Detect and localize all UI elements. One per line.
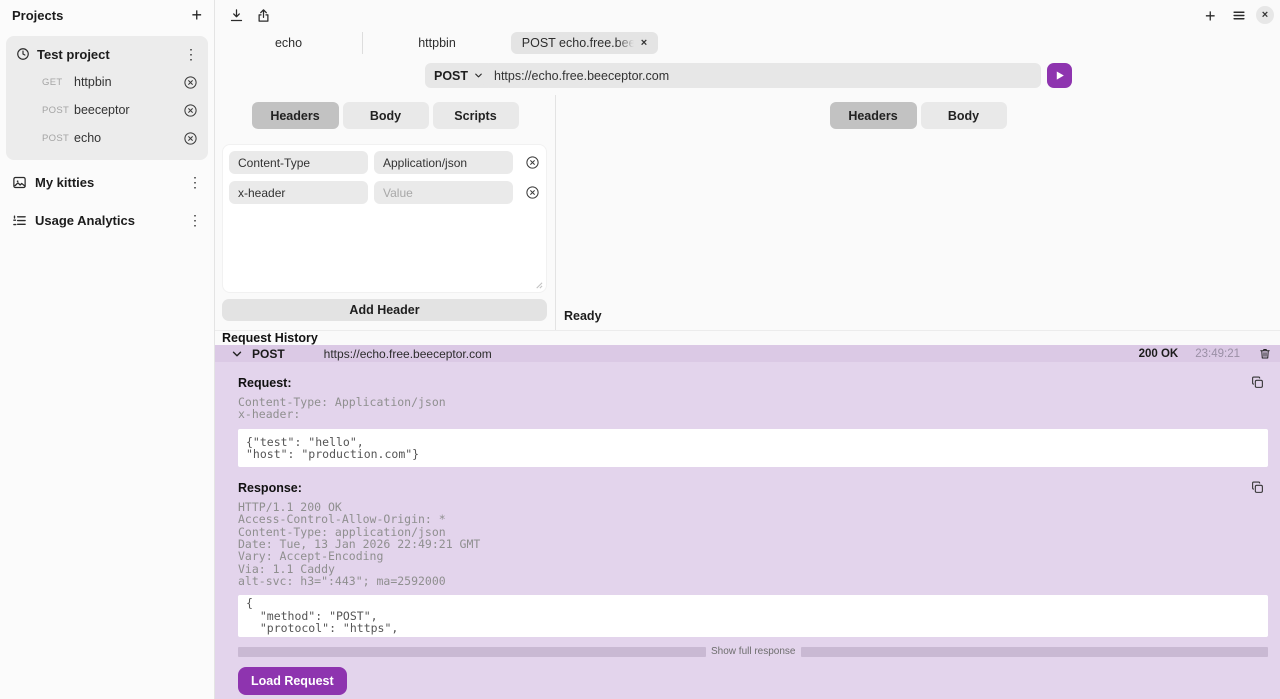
send-request-button[interactable] bbox=[1047, 63, 1072, 88]
history-url: https://echo.free.beeceptor.com bbox=[324, 347, 492, 361]
header-row bbox=[229, 181, 540, 204]
response-section-label: Response: bbox=[238, 481, 302, 495]
request-headers-text: Content-Type: Application/json x-header: bbox=[238, 396, 1264, 421]
remove-request-icon[interactable] bbox=[183, 103, 198, 118]
resize-grip-icon[interactable] bbox=[534, 280, 543, 289]
response-panel-tabs: Headers Body bbox=[556, 102, 1280, 129]
tab-body[interactable]: Body bbox=[343, 102, 429, 129]
divider bbox=[238, 647, 706, 657]
sidebar-item-echo[interactable]: POST echo bbox=[6, 124, 208, 152]
url-input[interactable] bbox=[483, 63, 1041, 88]
tab-label: POST echo.free.beecept bbox=[522, 36, 634, 50]
method-value: POST bbox=[434, 69, 468, 83]
tab-post-echo-active[interactable]: POST echo.free.beecept × bbox=[511, 32, 658, 54]
share-icon[interactable] bbox=[256, 8, 271, 23]
remove-header-icon[interactable] bbox=[525, 185, 540, 200]
trash-icon[interactable] bbox=[1259, 347, 1271, 360]
sidebar-item-label: Usage Analytics bbox=[35, 213, 135, 228]
request-name: echo bbox=[74, 131, 101, 145]
tab-echo[interactable]: echo bbox=[215, 32, 363, 54]
show-full-response-bar: Show full response bbox=[238, 646, 1268, 657]
request-history-entry: POST https://echo.free.beeceptor.com 200… bbox=[215, 345, 1280, 699]
tab-headers[interactable]: Headers bbox=[252, 102, 339, 129]
header-value-input[interactable] bbox=[374, 151, 513, 174]
copy-icon[interactable] bbox=[1251, 376, 1264, 389]
header-key-input[interactable] bbox=[229, 181, 368, 204]
new-tab-icon[interactable]: + bbox=[1205, 7, 1216, 25]
main-area: + × echo httpbin POST echo.free.beecept … bbox=[215, 0, 1280, 699]
response-status-text: Ready bbox=[564, 309, 602, 323]
response-headers-text: HTTP/1.1 200 OK Access-Control-Allow-Ori… bbox=[238, 501, 1264, 587]
remove-request-icon[interactable] bbox=[183, 131, 198, 146]
sidebar-item-beeceptor[interactable]: POST beeceptor bbox=[6, 96, 208, 124]
response-body-code: { "method": "POST", "protocol": "https", bbox=[238, 595, 1268, 637]
request-section-label: Request: bbox=[238, 376, 291, 390]
header-key-input[interactable] bbox=[229, 151, 368, 174]
request-name: beeceptor bbox=[74, 103, 130, 117]
request-method-badge: POST bbox=[42, 105, 72, 116]
numbered-list-icon bbox=[12, 213, 27, 228]
load-request-button[interactable]: Load Request bbox=[238, 667, 347, 695]
play-icon bbox=[1053, 69, 1066, 82]
image-icon bbox=[12, 175, 27, 190]
history-method: POST bbox=[252, 347, 285, 361]
divider bbox=[801, 647, 1269, 657]
remove-request-icon[interactable] bbox=[183, 75, 198, 90]
chevron-down-icon[interactable] bbox=[231, 348, 243, 360]
sidebar-item-label: My kitties bbox=[35, 175, 94, 190]
request-method-badge: GET bbox=[42, 77, 72, 88]
tab-httpbin[interactable]: httpbin bbox=[363, 32, 511, 54]
history-entry-header[interactable]: POST https://echo.free.beeceptor.com 200… bbox=[215, 345, 1280, 362]
request-panel-tabs: Headers Body Scripts bbox=[215, 102, 555, 129]
header-value-input[interactable] bbox=[374, 181, 513, 204]
project-menu-icon[interactable]: ⋮ bbox=[188, 175, 202, 189]
remove-header-icon[interactable] bbox=[525, 155, 540, 170]
status-badge: 200 OK bbox=[1139, 348, 1179, 360]
close-window-icon[interactable]: × bbox=[1256, 6, 1274, 24]
project-menu-icon[interactable]: ⋮ bbox=[188, 213, 202, 227]
show-full-response-link[interactable]: Show full response bbox=[711, 646, 796, 657]
sidebar-item-usage-analytics[interactable]: Usage Analytics ⋮ bbox=[0, 204, 214, 236]
tab-body[interactable]: Body bbox=[921, 102, 1007, 129]
history-entry-body: Request: Content-Type: Application/json … bbox=[215, 376, 1280, 695]
project-name: Test project bbox=[37, 47, 110, 62]
sidebar-item-my-kitties[interactable]: My kitties ⋮ bbox=[0, 166, 214, 198]
tab-headers[interactable]: Headers bbox=[830, 102, 917, 129]
request-method-badge: POST bbox=[42, 133, 72, 144]
sidebar-item-httpbin[interactable]: GET httpbin bbox=[6, 68, 208, 96]
headers-editor bbox=[222, 144, 547, 293]
copy-icon[interactable] bbox=[1251, 481, 1264, 494]
history-timestamp: 23:49:21 bbox=[1195, 348, 1240, 360]
header-row bbox=[229, 151, 540, 174]
request-history-title: Request History bbox=[222, 331, 318, 345]
menu-icon[interactable] bbox=[1232, 9, 1246, 22]
add-project-icon[interactable]: + bbox=[191, 6, 202, 24]
response-panel: Headers Body Ready bbox=[555, 95, 1280, 330]
sidebar: Projects + Test project ⋮ GET httpbin PO… bbox=[0, 0, 215, 699]
request-name: httpbin bbox=[74, 75, 112, 89]
request-panel: Headers Body Scripts bbox=[215, 95, 555, 330]
tab-label: httpbin bbox=[418, 36, 456, 50]
clock-icon bbox=[16, 47, 30, 61]
app-window: Projects + Test project ⋮ GET httpbin PO… bbox=[0, 0, 1280, 699]
request-body-code: {"test": "hello", "host": "production.co… bbox=[238, 429, 1268, 468]
request-bar: POST bbox=[215, 63, 1280, 88]
add-header-button[interactable]: Add Header bbox=[222, 299, 547, 321]
download-icon[interactable] bbox=[229, 8, 244, 23]
tab-scripts[interactable]: Scripts bbox=[433, 102, 519, 129]
close-tab-icon[interactable]: × bbox=[641, 37, 647, 49]
request-response-panels: Headers Body Scripts bbox=[215, 95, 1280, 331]
tab-label: echo bbox=[275, 36, 302, 50]
sidebar-item-test-project[interactable]: Test project ⋮ bbox=[6, 40, 208, 68]
sidebar-header: Projects + bbox=[0, 0, 214, 30]
tab-bar: echo httpbin POST echo.free.beecept × bbox=[215, 32, 875, 54]
project-menu-icon[interactable]: ⋮ bbox=[184, 47, 198, 61]
projects-title: Projects bbox=[12, 8, 63, 23]
project-group: Test project ⋮ GET httpbin POST beecepto… bbox=[6, 36, 208, 160]
